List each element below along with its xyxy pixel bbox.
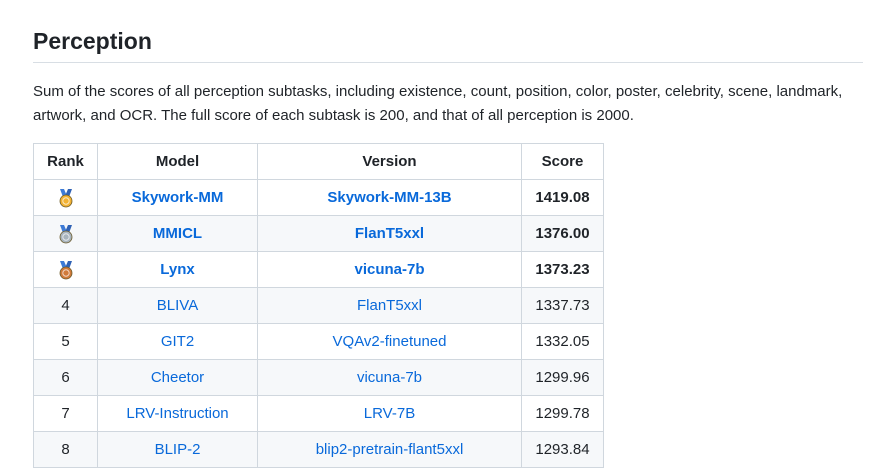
score-cell: 1376.00 [521, 215, 604, 252]
model-link[interactable]: Cheetor [151, 369, 204, 386]
version-cell: vicuna-7b [257, 359, 522, 396]
rank-value: 6 [61, 369, 70, 386]
rank-value: 4 [61, 297, 70, 314]
silver-medal-icon [59, 224, 72, 243]
model-cell: GIT2 [97, 323, 258, 360]
model-link[interactable]: MMICL [153, 225, 202, 242]
model-cell: BLIP-2 [97, 431, 258, 468]
table-body: Skywork-MM Skywork-MM-13B 1419.08 MMICL Flan… [33, 179, 604, 468]
version-link[interactable]: blip2-pretrain-flant5xxl [316, 441, 464, 458]
section-heading-wrap: Perception [33, 0, 863, 63]
version-cell: vicuna-7b [257, 251, 522, 288]
model-cell: Lynx [97, 251, 258, 288]
model-link[interactable]: BLIP-2 [155, 441, 201, 458]
rank-cell: 7 [33, 395, 98, 432]
section-description: Sum of the scores of all perception subt… [33, 83, 843, 124]
version-link[interactable]: vicuna-7b [357, 369, 422, 386]
model-link[interactable]: Skywork-MM [132, 189, 224, 206]
score-cell: 1299.96 [521, 359, 604, 396]
table-row: Skywork-MM Skywork-MM-13B 1419.08 [33, 179, 604, 216]
rank-value: 5 [61, 333, 70, 350]
table-row: 6 Cheetor vicuna-7b 1299.96 [33, 359, 604, 396]
model-link[interactable]: BLIVA [157, 297, 198, 314]
header-rank: Rank [33, 143, 98, 180]
model-cell: Skywork-MM [97, 179, 258, 216]
model-cell: BLIVA [97, 287, 258, 324]
model-cell: LRV-Instruction [97, 395, 258, 432]
markdown-body: Perception Sum of the scores of all perc… [33, 0, 863, 468]
model-link[interactable]: GIT2 [161, 333, 194, 350]
table-row: 4 BLIVA FlanT5xxl 1337.73 [33, 287, 604, 324]
version-link[interactable]: Skywork-MM-13B [327, 189, 451, 206]
model-link[interactable]: LRV-Instruction [126, 405, 228, 422]
rank-cell: 5 [33, 323, 98, 360]
header-score: Score [521, 143, 604, 180]
model-cell: Cheetor [97, 359, 258, 396]
version-cell: VQAv2-finetuned [257, 323, 522, 360]
bronze-medal-icon [59, 260, 72, 279]
score-cell: 1337.73 [521, 287, 604, 324]
version-link[interactable]: VQAv2-finetuned [333, 333, 447, 350]
rank-cell: 6 [33, 359, 98, 396]
leaderboard-table: Rank Model Version Score Skywork-MM Skywo… [33, 143, 604, 468]
version-link[interactable]: FlanT5xxl [355, 225, 424, 242]
table-row: MMICL FlanT5xxl 1376.00 [33, 215, 604, 252]
rank-cell: 8 [33, 431, 98, 468]
score-cell: 1293.84 [521, 431, 604, 468]
section-title: Perception [33, 28, 152, 54]
score-cell: 1332.05 [521, 323, 604, 360]
version-cell: LRV-7B [257, 395, 522, 432]
rank-cell [33, 179, 98, 216]
rank-cell [33, 215, 98, 252]
model-cell: MMICL [97, 215, 258, 252]
score-cell: 1419.08 [521, 179, 604, 216]
version-link[interactable]: FlanT5xxl [357, 297, 422, 314]
version-cell: FlanT5xxl [257, 287, 522, 324]
table-row: Lynx vicuna-7b 1373.23 [33, 251, 604, 288]
table-row: 8 BLIP-2 blip2-pretrain-flant5xxl 1293.84 [33, 431, 604, 468]
rank-cell [33, 251, 98, 288]
table-row: 5 GIT2 VQAv2-finetuned 1332.05 [33, 323, 604, 360]
model-link[interactable]: Lynx [160, 261, 194, 278]
header-model: Model [97, 143, 258, 180]
rank-value: 7 [61, 405, 70, 422]
header-version: Version [257, 143, 522, 180]
version-cell: Skywork-MM-13B [257, 179, 522, 216]
version-cell: blip2-pretrain-flant5xxl [257, 431, 522, 468]
rank-cell: 4 [33, 287, 98, 324]
version-cell: FlanT5xxl [257, 215, 522, 252]
score-cell: 1373.23 [521, 251, 604, 288]
gold-medal-icon [59, 188, 72, 207]
rank-value: 8 [61, 441, 70, 458]
table-row: 7 LRV-Instruction LRV-7B 1299.78 [33, 395, 604, 432]
table-header-row: Rank Model Version Score [33, 143, 604, 180]
score-cell: 1299.78 [521, 395, 604, 432]
version-link[interactable]: vicuna-7b [354, 261, 424, 278]
version-link[interactable]: LRV-7B [364, 405, 415, 422]
